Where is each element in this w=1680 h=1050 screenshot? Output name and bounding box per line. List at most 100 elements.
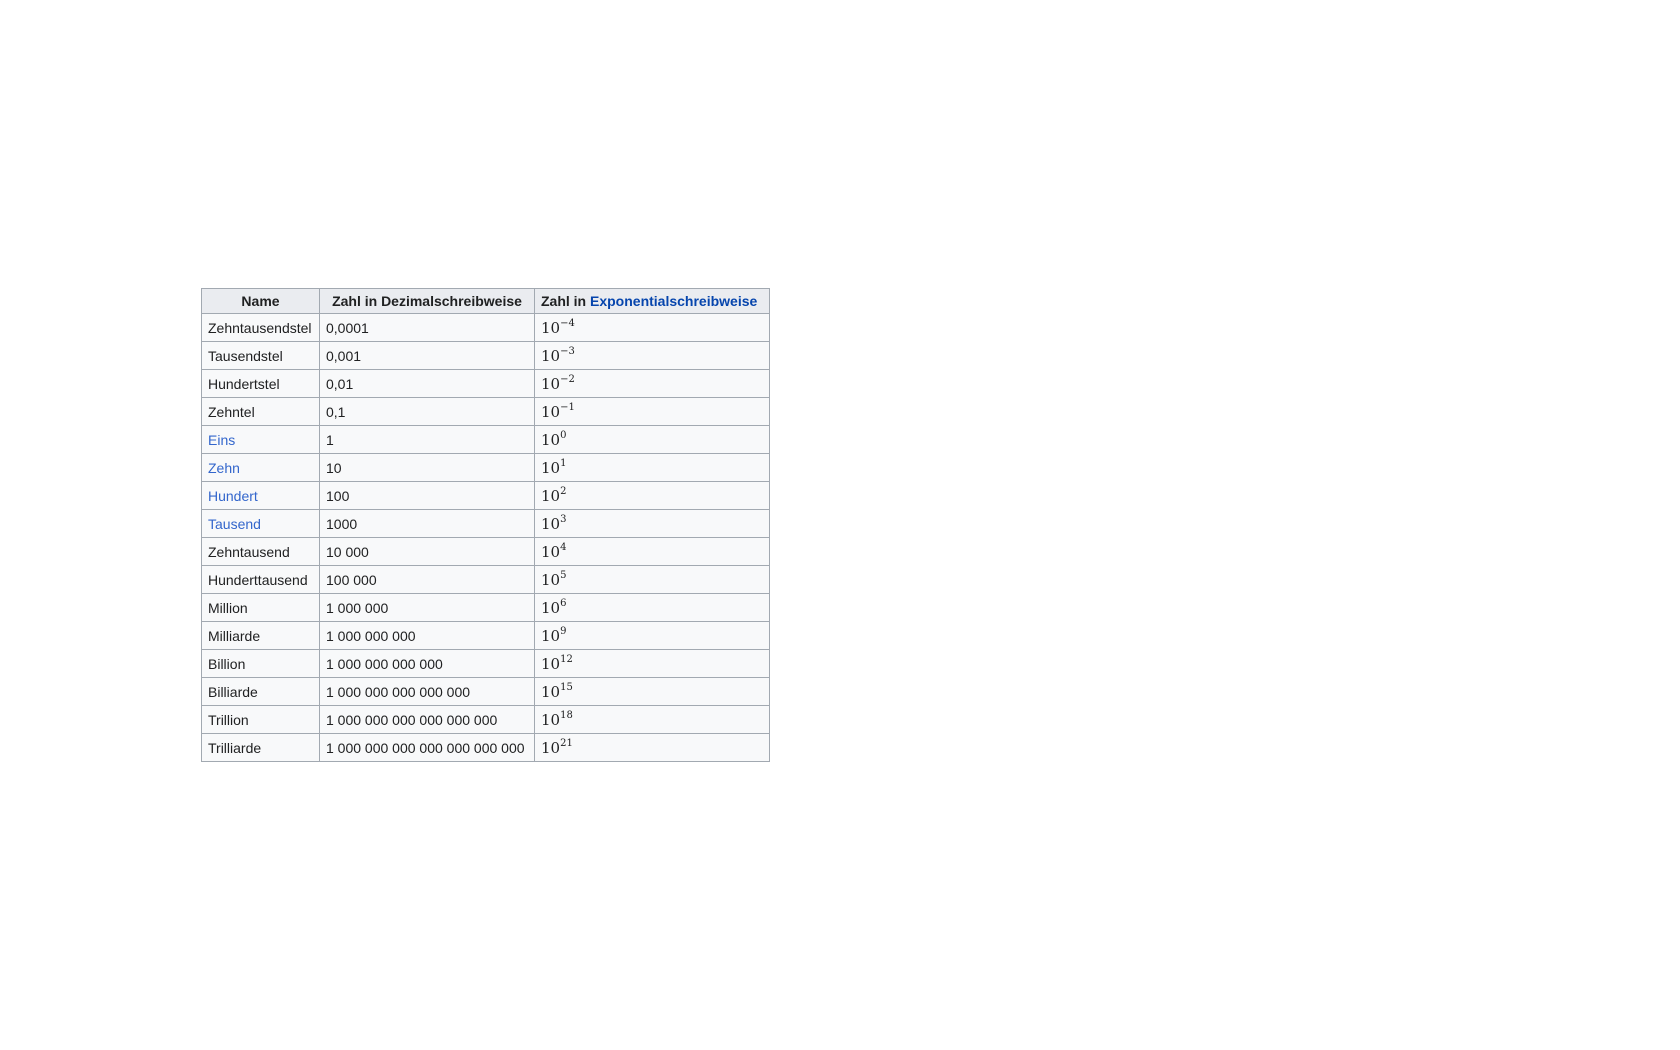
table-row: Zehntausend 10 000 104	[201, 537, 770, 566]
name-cell: Hundert	[201, 481, 320, 510]
exp-base: 10	[541, 403, 561, 421]
table-row: Zehntel 0,1 10−1	[201, 397, 770, 426]
name-link[interactable]: Eins	[208, 432, 235, 448]
exp-exponent: 0	[560, 430, 567, 441]
exp-base: 10	[541, 319, 561, 337]
exponential-cell: 1012	[534, 649, 770, 678]
exponential-cell: 102	[534, 481, 770, 510]
exp-exponent: 2	[560, 486, 567, 497]
exp-base: 10	[541, 515, 561, 533]
exp-exponent: 18	[560, 710, 573, 721]
decimal-cell: 1 000 000 000 000	[319, 649, 535, 678]
exp-exponent: −1	[560, 402, 575, 413]
exponential-cell: 1018	[534, 705, 770, 734]
table-row: Billion 1 000 000 000 000 1012	[201, 649, 770, 678]
name-cell: Zehn	[201, 453, 320, 482]
table-row: Trillion 1 000 000 000 000 000 000 1018	[201, 705, 770, 734]
exponential-cell: 106	[534, 593, 770, 622]
table-row: Zehntausendstel 0,0001 10−4	[201, 313, 770, 342]
decimal-cell: 1 000 000 000 000 000	[319, 677, 535, 706]
table-header-row: Name Zahl in Dezimalschreibweise Zahl in…	[201, 288, 770, 314]
name-cell: Hunderttausend	[201, 565, 320, 594]
header-exponential: Zahl in Exponentialschreibweise	[534, 288, 770, 314]
exp-exponent: 1	[560, 458, 567, 469]
table-row: Tausend 1000 103	[201, 509, 770, 538]
exp-base: 10	[541, 739, 561, 757]
exp-base: 10	[541, 431, 561, 449]
exp-exponent: 4	[560, 542, 567, 553]
name-cell: Tausendstel	[201, 341, 320, 370]
table-row: Hundertstel 0,01 10−2	[201, 369, 770, 398]
exponential-cell: 1021	[534, 733, 770, 762]
table-row: Hundert 100 102	[201, 481, 770, 510]
exponential-cell: 101	[534, 453, 770, 482]
name-cell: Zehntausendstel	[201, 313, 320, 342]
table-row: Tausendstel 0,001 10−3	[201, 341, 770, 370]
name-cell: Hundertstel	[201, 369, 320, 398]
exp-base: 10	[541, 599, 561, 617]
exp-base: 10	[541, 571, 561, 589]
header-exp-prefix: Zahl in	[541, 293, 590, 309]
name-link[interactable]: Zehn	[208, 460, 240, 476]
powers-of-ten-table: Name Zahl in Dezimalschreibweise Zahl in…	[201, 288, 770, 762]
exp-exponent: 3	[560, 514, 567, 525]
decimal-cell: 1 000 000	[319, 593, 535, 622]
exp-base: 10	[541, 459, 561, 477]
exp-base: 10	[541, 543, 561, 561]
exp-exponent: 6	[560, 598, 567, 609]
table-row: Zehn 10 101	[201, 453, 770, 482]
exponential-cell: 10−1	[534, 397, 770, 426]
decimal-cell: 10	[319, 453, 535, 482]
decimal-cell: 0,1	[319, 397, 535, 426]
exp-exponent: 5	[560, 570, 567, 581]
table-row: Milliarde 1 000 000 000 109	[201, 621, 770, 650]
exponential-cell: 105	[534, 565, 770, 594]
exponential-cell: 10−2	[534, 369, 770, 398]
exp-base: 10	[541, 347, 561, 365]
name-cell: Million	[201, 593, 320, 622]
table-row: Eins 1 100	[201, 425, 770, 454]
name-cell: Zehntausend	[201, 537, 320, 566]
exponential-cell: 10−4	[534, 313, 770, 342]
name-cell: Billiarde	[201, 677, 320, 706]
exp-exponent: −4	[560, 318, 575, 329]
name-cell: Trilliarde	[201, 733, 320, 762]
exp-base: 10	[541, 711, 561, 729]
table-row: Trilliarde 1 000 000 000 000 000 000 000 1…	[201, 733, 770, 762]
name-cell: Eins	[201, 425, 320, 454]
decimal-cell: 0,01	[319, 369, 535, 398]
exp-exponent: 12	[560, 654, 573, 665]
exp-base: 10	[541, 375, 561, 393]
exponential-cell: 1015	[534, 677, 770, 706]
name-cell: Trillion	[201, 705, 320, 734]
name-link[interactable]: Hundert	[208, 488, 258, 504]
decimal-cell: 1000	[319, 509, 535, 538]
name-cell: Zehntel	[201, 397, 320, 426]
exp-exponent: 15	[560, 682, 573, 693]
exp-exponent: 21	[560, 738, 573, 749]
table-row: Million 1 000 000 106	[201, 593, 770, 622]
name-cell: Milliarde	[201, 621, 320, 650]
exp-base: 10	[541, 655, 561, 673]
exponential-cell: 100	[534, 425, 770, 454]
header-decimal: Zahl in Dezimalschreibweise	[319, 288, 535, 314]
name-cell: Tausend	[201, 509, 320, 538]
exponential-cell: 10−3	[534, 341, 770, 370]
exp-exponent: −2	[560, 374, 575, 385]
name-cell: Billion	[201, 649, 320, 678]
decimal-cell: 0,001	[319, 341, 535, 370]
decimal-cell: 100	[319, 481, 535, 510]
table-row: Hunderttausend 100 000 105	[201, 565, 770, 594]
exp-base: 10	[541, 683, 561, 701]
exp-base: 10	[541, 627, 561, 645]
decimal-cell: 0,0001	[319, 313, 535, 342]
exponential-cell: 104	[534, 537, 770, 566]
exponential-cell: 109	[534, 621, 770, 650]
decimal-cell: 10 000	[319, 537, 535, 566]
exp-base: 10	[541, 487, 561, 505]
exponential-notation-link[interactable]: Exponentialschreibweise	[590, 293, 757, 309]
header-name: Name	[201, 288, 320, 314]
decimal-cell: 100 000	[319, 565, 535, 594]
name-link[interactable]: Tausend	[208, 516, 261, 532]
table-row: Billiarde 1 000 000 000 000 000 1015	[201, 677, 770, 706]
